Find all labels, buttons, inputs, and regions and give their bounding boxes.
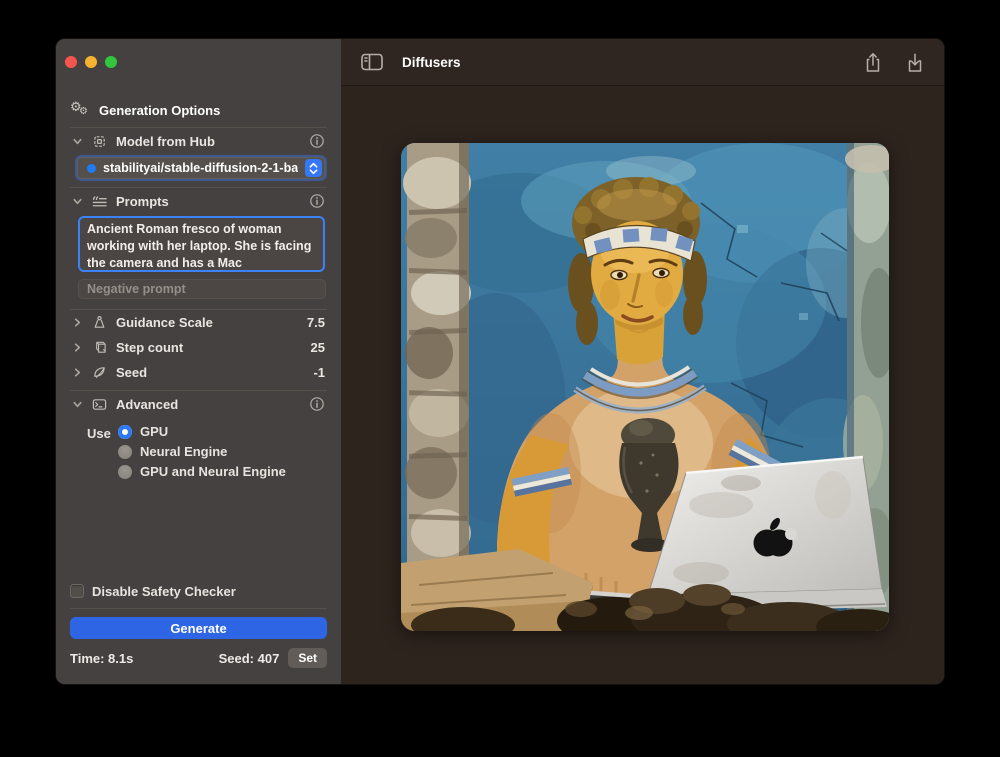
radio-neural-engine[interactable]: Neural Engine <box>118 444 286 459</box>
fresco-artwork <box>401 143 889 631</box>
terminal-icon <box>92 397 107 412</box>
compute-unit-group: Use GPU Neural Engine GPU and Neural Eng… <box>70 424 327 479</box>
gears-icon: ⚙⚙ <box>70 101 90 119</box>
guidance-scale-label: Guidance Scale <box>116 315 213 330</box>
radio-gpu-and-neural-engine-label: GPU and Neural Engine <box>140 464 286 479</box>
radio-selected-icon[interactable] <box>118 425 132 439</box>
share-icon[interactable] <box>864 52 882 73</box>
app-window: ⚙⚙ Generation Options Model from Hub sta… <box>55 38 945 685</box>
close-button[interactable] <box>65 56 77 68</box>
seed-status: Seed: 407 <box>219 651 280 666</box>
chevron-down-icon[interactable] <box>72 196 83 207</box>
status-bar: Time: 8.1s Seed: 407 Set <box>70 646 327 670</box>
step-count-label: Step count <box>116 340 183 355</box>
chevron-right-icon[interactable] <box>72 317 83 328</box>
model-status-dot-icon <box>87 164 96 173</box>
prompts-label: Prompts <box>116 194 169 209</box>
disable-safety-checker-label: Disable Safety Checker <box>92 584 236 599</box>
model-select[interactable]: stabilityai/stable-diffusion-2-1-base <box>77 157 325 179</box>
leaf-icon <box>92 365 107 380</box>
step-count-value: 25 <box>311 340 325 355</box>
chevron-down-icon[interactable] <box>72 136 83 147</box>
prompts-row[interactable]: Prompts <box>70 188 327 214</box>
negative-prompt-input[interactable] <box>78 279 326 299</box>
sidebar-toggle-icon[interactable] <box>361 53 383 71</box>
info-icon[interactable] <box>309 396 325 412</box>
guidance-scale-row[interactable]: Guidance Scale 7.5 <box>70 310 327 335</box>
sidebar: ⚙⚙ Generation Options Model from Hub sta… <box>56 39 341 684</box>
info-icon[interactable] <box>309 133 325 149</box>
radio-gpu-label: GPU <box>140 424 168 439</box>
main-area: Diffusers <box>341 39 944 684</box>
guidance-scale-value: 7.5 <box>307 315 325 330</box>
window-title: Diffusers <box>402 55 461 70</box>
generated-image[interactable] <box>401 143 889 631</box>
radio-neural-engine-label: Neural Engine <box>140 444 227 459</box>
time-status: Time: 8.1s <box>70 651 133 666</box>
generate-button[interactable]: Generate <box>70 617 327 639</box>
model-from-hub-row[interactable]: Model from Hub <box>70 128 327 154</box>
step-count-row[interactable]: Step count 25 <box>70 335 327 360</box>
select-stepper-icon[interactable] <box>305 159 322 177</box>
generation-options-header: ⚙⚙ Generation Options <box>70 101 327 119</box>
traffic-lights <box>65 56 117 68</box>
minimize-button[interactable] <box>85 56 97 68</box>
generation-options-title: Generation Options <box>99 103 220 118</box>
quote-lines-icon <box>92 194 107 209</box>
chevron-right-icon[interactable] <box>72 367 83 378</box>
radio-gpu[interactable]: GPU <box>118 424 286 439</box>
safety-checkbox[interactable] <box>70 584 84 598</box>
seed-row[interactable]: Seed -1 <box>70 360 327 385</box>
radio-gpu-and-neural-engine[interactable]: GPU and Neural Engine <box>118 464 286 479</box>
zoom-button[interactable] <box>105 56 117 68</box>
advanced-label: Advanced <box>116 397 178 412</box>
use-label: Use <box>87 424 118 479</box>
radio-unselected-icon[interactable] <box>118 465 132 479</box>
prompt-input[interactable]: Ancient Roman fresco of woman working wi… <box>78 216 325 272</box>
toolbar: Diffusers <box>341 39 944 86</box>
model-from-hub-label: Model from Hub <box>116 134 215 149</box>
set-seed-button[interactable]: Set <box>288 648 327 668</box>
info-icon[interactable] <box>309 193 325 209</box>
divider <box>70 608 327 609</box>
seed-label: Seed <box>116 365 147 380</box>
chip-icon <box>92 134 107 149</box>
layers-cube-icon <box>92 340 107 355</box>
sidebar-bottom: Disable Safety Checker Generate Time: 8.… <box>70 580 327 684</box>
scale-weight-icon <box>92 315 107 330</box>
chevron-down-icon[interactable] <box>72 399 83 410</box>
download-icon[interactable] <box>906 52 924 73</box>
seed-value: -1 <box>313 365 325 380</box>
advanced-row[interactable]: Advanced <box>70 391 327 417</box>
chevron-right-icon[interactable] <box>72 342 83 353</box>
disable-safety-checker-row[interactable]: Disable Safety Checker <box>70 580 327 602</box>
model-select-value: stabilityai/stable-diffusion-2-1-base <box>103 161 298 175</box>
radio-unselected-icon[interactable] <box>118 445 132 459</box>
